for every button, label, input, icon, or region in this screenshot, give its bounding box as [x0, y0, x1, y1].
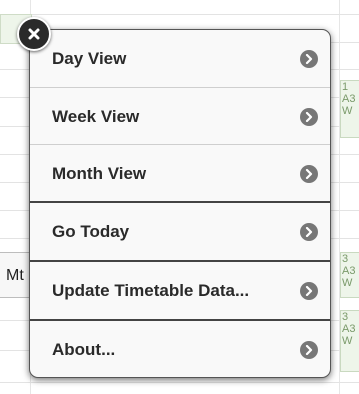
menu-item-label: Go Today — [52, 221, 130, 241]
chevron-right-icon — [300, 281, 318, 300]
menu-item-label: Month View — [52, 163, 147, 183]
popup-menu: Day View Week View Month View Go Today U… — [29, 29, 331, 378]
menu-item-go-today[interactable]: Go Today — [30, 203, 330, 260]
menu-item-about[interactable]: About... — [30, 321, 330, 377]
chevron-right-icon — [300, 222, 318, 241]
chevron-right-icon — [300, 340, 318, 359]
menu-item-week-view[interactable]: Week View — [30, 88, 330, 145]
timetable-cell[interactable]: 3 A3 W — [340, 252, 359, 298]
menu-item-label: About... — [52, 339, 116, 359]
timetable-cell[interactable]: 3 A3 W — [340, 310, 359, 372]
close-icon — [27, 27, 41, 41]
menu-item-month-view[interactable]: Month View — [30, 145, 330, 202]
close-button[interactable] — [17, 17, 51, 51]
day-row-label: Mt — [6, 267, 24, 284]
menu-item-label: Update Timetable Data... — [52, 280, 250, 300]
timetable-cell[interactable]: 1 A3 W — [340, 80, 359, 138]
menu-item-label: Day View — [52, 48, 127, 68]
chevron-right-icon — [300, 164, 318, 183]
menu-item-label: Week View — [52, 106, 140, 126]
chevron-right-icon — [300, 107, 318, 126]
menu-item-update-timetable-data[interactable]: Update Timetable Data... — [30, 262, 330, 319]
grid-line — [0, 382, 359, 383]
menu-item-day-view[interactable]: Day View — [30, 30, 330, 87]
chevron-right-icon — [300, 49, 318, 68]
grid-line — [0, 14, 359, 15]
